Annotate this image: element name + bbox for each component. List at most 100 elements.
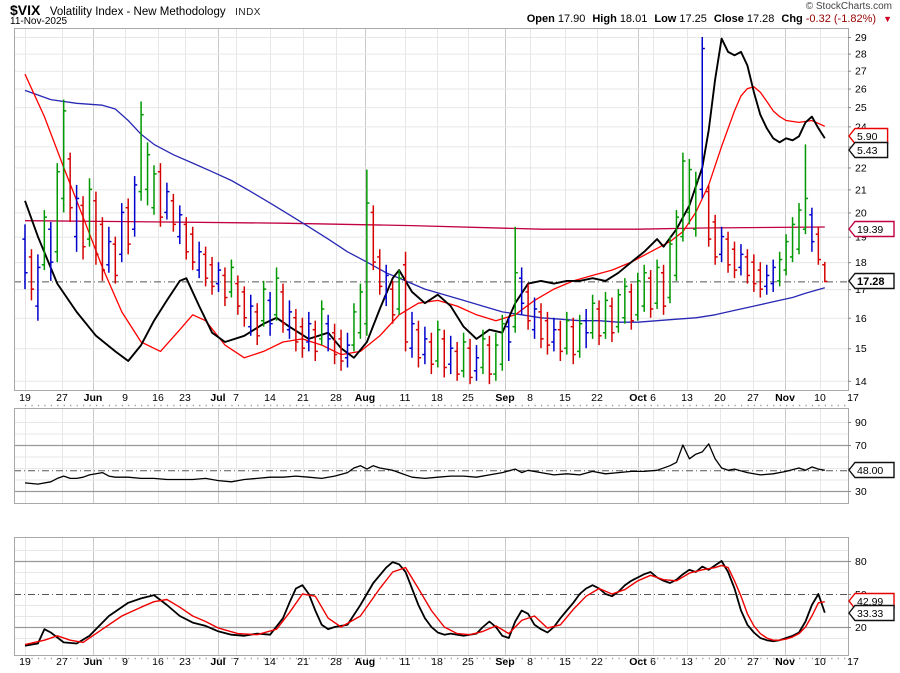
svg-text:Aug: Aug xyxy=(355,392,375,404)
svg-text:27: 27 xyxy=(747,392,759,404)
svg-text:28: 28 xyxy=(330,656,342,668)
svg-text:15: 15 xyxy=(559,392,571,404)
svg-text:80: 80 xyxy=(855,556,867,568)
svg-text:18: 18 xyxy=(431,656,443,668)
low-label: Low xyxy=(654,13,676,25)
oscillator-bottom-panel-border xyxy=(15,538,849,656)
blue-slow-ma xyxy=(25,90,825,322)
oscillator-middle-lines xyxy=(25,444,825,484)
low-value: 17.25 xyxy=(679,13,707,25)
svg-text:8: 8 xyxy=(527,656,533,668)
svg-text:14: 14 xyxy=(855,376,867,388)
svg-text:Jul: Jul xyxy=(210,392,225,404)
svg-text:7: 7 xyxy=(233,392,239,404)
svg-text:5.90: 5.90 xyxy=(857,131,878,143)
oscillator-middle-y-axis-labels: 90705030 xyxy=(848,417,867,498)
svg-text:13: 13 xyxy=(681,392,693,404)
svg-text:70: 70 xyxy=(855,440,867,452)
svg-text:6: 6 xyxy=(650,392,656,404)
close-value: 17.28 xyxy=(747,13,775,25)
svg-text:20: 20 xyxy=(855,207,867,219)
svg-text:Nov: Nov xyxy=(775,656,795,668)
svg-text:17: 17 xyxy=(847,656,859,668)
svg-text:Jun: Jun xyxy=(84,392,103,404)
down-triangle-icon: ▼ xyxy=(883,14,892,24)
close-label: Close xyxy=(714,13,744,25)
x-axis-labels-bottom: 1927Jun91623Jul7142128Aug111825Sep81522O… xyxy=(19,656,859,668)
svg-text:21: 21 xyxy=(297,392,309,404)
chart-page: 292827262524232221201918171615145.905.43… xyxy=(0,0,900,673)
price-lines xyxy=(25,39,825,361)
svg-text:23: 23 xyxy=(179,392,191,404)
svg-text:20: 20 xyxy=(714,392,726,404)
svg-text:27: 27 xyxy=(855,66,867,78)
svg-text:Sep: Sep xyxy=(495,656,514,668)
oscillator-bottom-grid xyxy=(14,537,848,655)
stoch-k-line xyxy=(25,561,825,646)
svg-text:25: 25 xyxy=(462,392,474,404)
svg-text:14: 14 xyxy=(264,656,276,668)
red-fast-ma xyxy=(25,74,825,358)
chart-canvas: 292827262524232221201918171615145.905.43… xyxy=(0,0,900,673)
svg-text:18: 18 xyxy=(855,257,867,269)
svg-text:10: 10 xyxy=(814,656,826,668)
high-value: 18.01 xyxy=(620,13,648,25)
oscillator-line xyxy=(25,444,825,484)
open-label: Open xyxy=(527,13,555,25)
svg-text:11: 11 xyxy=(400,656,411,668)
open-value: 17.90 xyxy=(558,13,586,25)
crimson-long-ma xyxy=(25,221,825,230)
svg-text:30: 30 xyxy=(855,486,867,498)
svg-text:17: 17 xyxy=(847,392,859,404)
chart-title: Volatility Index - New Methodology xyxy=(50,6,226,18)
svg-text:16: 16 xyxy=(855,313,867,325)
copyright-note: © StockCharts.com xyxy=(806,1,892,12)
svg-text:16: 16 xyxy=(152,392,164,404)
svg-text:19.39: 19.39 xyxy=(857,224,883,236)
svg-text:90: 90 xyxy=(855,417,867,429)
price-y-axis-labels: 29282726252423222120191817161514 xyxy=(848,32,867,388)
oscillator-middle-grid xyxy=(14,408,848,503)
oscillator-bottom-panel xyxy=(15,538,849,656)
svg-text:19: 19 xyxy=(19,392,31,404)
svg-text:26: 26 xyxy=(855,84,867,96)
x-axis-labels-top: 1927Jun91623Jul7142128Aug111825Sep81522O… xyxy=(19,392,859,406)
svg-text:9: 9 xyxy=(122,656,128,668)
svg-text:27: 27 xyxy=(56,392,68,404)
black-overlay-line xyxy=(25,39,825,361)
svg-text:18: 18 xyxy=(431,392,443,404)
svg-text:17.28: 17.28 xyxy=(857,276,885,288)
svg-text:21: 21 xyxy=(855,184,867,196)
chart-date: 11-Nov-2025 xyxy=(10,16,67,27)
quote-legend: Open17.90 High 18.01 Low17.25 Close17.28 Chg-… xyxy=(527,13,892,25)
svg-text:Aug: Aug xyxy=(355,656,375,668)
svg-text:33.33: 33.33 xyxy=(857,608,883,620)
svg-text:28: 28 xyxy=(330,392,342,404)
svg-text:Sep: Sep xyxy=(495,392,514,404)
chg-value: -0.32 (-1.82%) xyxy=(806,13,876,25)
svg-text:Jun: Jun xyxy=(84,656,103,668)
svg-text:22: 22 xyxy=(591,392,603,404)
high-label: High xyxy=(592,13,616,25)
exchange-label: INDX xyxy=(235,7,261,18)
svg-text:Nov: Nov xyxy=(775,392,795,404)
svg-text:29: 29 xyxy=(855,32,867,44)
svg-text:27: 27 xyxy=(747,656,759,668)
chg-label: Chg xyxy=(781,13,802,25)
svg-text:20: 20 xyxy=(855,622,867,634)
svg-text:22: 22 xyxy=(855,162,867,174)
svg-text:25: 25 xyxy=(855,102,867,114)
svg-text:11: 11 xyxy=(400,392,411,404)
oscillator-bottom-badges: 42.9933.33 xyxy=(849,594,894,621)
svg-text:16: 16 xyxy=(152,656,164,668)
svg-text:Oct: Oct xyxy=(629,392,647,404)
svg-text:9: 9 xyxy=(122,392,128,404)
svg-text:14: 14 xyxy=(264,392,276,404)
svg-text:48.00: 48.00 xyxy=(857,465,883,477)
svg-text:10: 10 xyxy=(814,392,826,404)
oscillator-bottom-lines xyxy=(25,561,825,646)
oscillator-middle-badges: 48.00 xyxy=(849,463,894,478)
svg-text:15: 15 xyxy=(855,343,867,355)
chart-header: $VIX Volatility Index - New Methodology … xyxy=(0,0,900,27)
svg-text:5.43: 5.43 xyxy=(857,145,878,157)
